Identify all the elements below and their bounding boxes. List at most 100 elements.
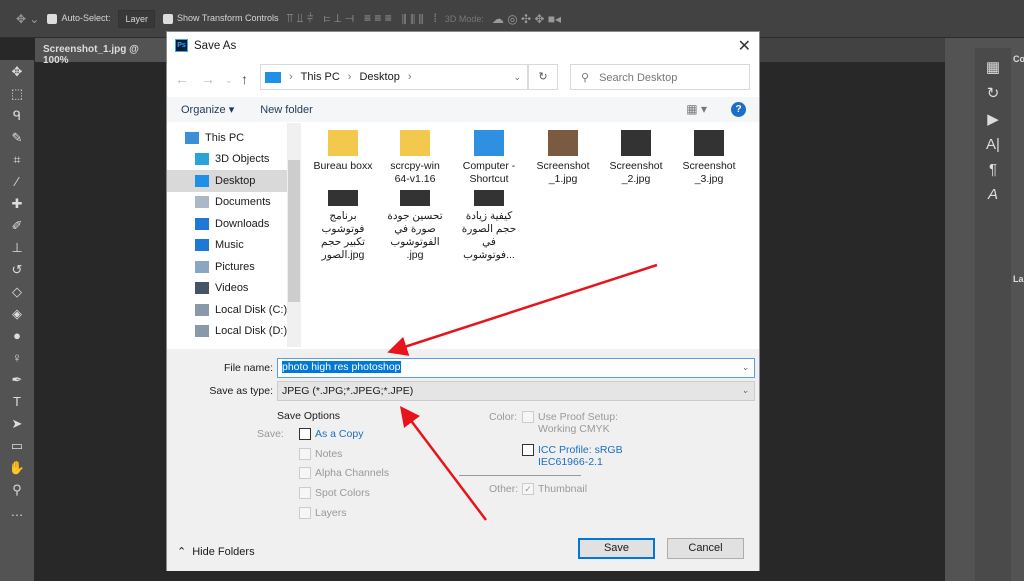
move-icon[interactable]: ✥	[12, 64, 23, 81]
nav-item[interactable]: Downloads	[167, 213, 301, 235]
brush-icon[interactable]: ✐	[12, 218, 23, 235]
history-brush-icon[interactable]: ↺	[12, 262, 23, 279]
chevron-down-icon[interactable]: ⌄	[741, 385, 749, 396]
help-button[interactable]: ?	[731, 102, 746, 117]
pen-icon[interactable]: ✒	[12, 372, 23, 389]
lasso-icon[interactable]: ᑫ	[13, 108, 21, 125]
3d-icon[interactable]: ▦	[986, 58, 1000, 76]
chevron-down-icon[interactable]: ⌄	[513, 72, 521, 83]
show-transform-checkbox[interactable]: Show Transform Controls	[163, 13, 279, 24]
healing-icon[interactable]: ✚	[12, 196, 23, 213]
up-icon[interactable]: ↑	[241, 71, 248, 87]
working-cmyk-label: Working CMYK	[538, 423, 610, 435]
use-proof-setup-checkbox[interactable]: Use Proof Setup: Working CMYK	[522, 411, 618, 435]
organize-button[interactable]: Organize ▾	[181, 103, 234, 116]
view-options-icon[interactable]: ▦ ▾	[686, 102, 707, 116]
panel-label: Co	[1013, 54, 1024, 64]
new-folder-button[interactable]: New folder	[260, 104, 313, 116]
alpha-channels-checkbox[interactable]: Alpha Channels	[299, 467, 389, 479]
glyphs-icon[interactable]: A	[988, 186, 998, 203]
address-bar[interactable]: › This PC › Desktop › ⌄	[260, 64, 528, 90]
file-item[interactable]: scrcpy-win 64-v1.16	[384, 130, 446, 186]
refresh-button[interactable]: ↻	[528, 64, 558, 90]
back-icon[interactable]: ←	[175, 71, 189, 87]
more-icon[interactable]: …	[11, 504, 24, 521]
character-icon[interactable]: A|	[986, 136, 1000, 153]
blur-icon[interactable]: ●	[13, 328, 21, 345]
thumbnail-checkbox[interactable]: ✓ Thumbnail	[522, 483, 587, 495]
stamp-icon[interactable]: ⊥	[11, 240, 22, 257]
forward-icon[interactable]: →	[201, 71, 215, 87]
save-button[interactable]: Save	[578, 538, 655, 559]
as-a-copy-checkbox[interactable]: As a Copy	[299, 428, 363, 440]
nav-item[interactable]: 3D Objects	[167, 149, 301, 171]
auto-select-target-dropdown[interactable]: Layer	[118, 9, 155, 28]
hand-icon[interactable]: ✋	[9, 460, 25, 477]
notes-checkbox[interactable]: Notes	[299, 448, 342, 460]
save-options-area: File name: photo high res photoshop ⌄ Sav…	[167, 349, 759, 571]
nav-item[interactable]: Desktop	[167, 170, 301, 192]
nav-item[interactable]: Videos	[167, 278, 301, 300]
nav-item[interactable]: Documents	[167, 192, 301, 214]
layers-checkbox[interactable]: Layers	[299, 507, 347, 519]
path-select-icon[interactable]: ➤	[12, 416, 23, 433]
file-item[interactable]: Screenshot _1.jpg	[532, 130, 594, 186]
search-input[interactable]: ⚲ Search Desktop	[570, 64, 750, 90]
zoom-icon[interactable]: ⚲	[12, 482, 22, 499]
nav-item[interactable]: Local Disk (D:) (	[167, 321, 301, 343]
image-thumbnail-icon	[621, 130, 651, 156]
eyedropper-icon[interactable]: ⁄	[16, 174, 18, 191]
save-as-type-select[interactable]: JPEG (*.JPG;*.JPEG;*.JPE) ⌄	[277, 381, 755, 401]
file-item[interactable]: برنامج فوتوشوب تكبير حجم الصور.jpg	[312, 190, 374, 262]
file-name-label: File name:	[223, 362, 273, 374]
file-item[interactable]: Screenshot _3.jpg	[678, 130, 740, 186]
file-item[interactable]: Bureau boxx	[312, 130, 374, 173]
icc-profile-label: ICC Profile: sRGB	[538, 444, 623, 456]
download-icon	[195, 217, 209, 230]
nav-item[interactable]: Music	[167, 235, 301, 257]
breadcrumb-desktop[interactable]: Desktop	[359, 71, 399, 83]
dodge-icon[interactable]: ♀	[12, 350, 22, 367]
crop-icon[interactable]: ⌗	[13, 152, 20, 169]
file-name: تحسين جودة صورة في الفوتوشوب .jpg	[387, 210, 443, 261]
file-item[interactable]: كيفية زيادة حجم الصورة في فوتوشوب...	[458, 190, 520, 262]
rectangle-icon[interactable]: ▭	[11, 438, 23, 455]
file-item[interactable]: تحسين جودة صورة في الفوتوشوب .jpg	[384, 190, 446, 262]
cancel-button[interactable]: Cancel	[667, 538, 744, 559]
nav-item[interactable]: Pictures	[167, 256, 301, 278]
history-icon[interactable]: ↻	[987, 84, 1000, 102]
close-icon[interactable]: ✕	[738, 36, 751, 56]
dialog-titlebar: Ps Save As	[167, 32, 759, 59]
icc-profile-checkbox[interactable]: ICC Profile: sRGB IEC61966-2.1	[522, 444, 623, 468]
eraser-icon[interactable]: ◇	[12, 284, 22, 301]
chevron-down-icon[interactable]: ⌄	[741, 362, 749, 373]
quick-select-icon[interactable]: ✎	[12, 130, 23, 147]
actions-icon[interactable]: ▶	[987, 110, 999, 128]
nav-item[interactable]: This PC	[167, 127, 301, 149]
paragraph-icon[interactable]: ¶	[989, 161, 997, 178]
panel-color[interactable]: Co La	[1013, 48, 1024, 581]
music-icon	[195, 239, 209, 252]
spot-colors-label: Spot Colors	[315, 487, 370, 499]
file-name-input[interactable]: photo high res photoshop ⌄	[277, 358, 755, 378]
hide-folders-button[interactable]: ⌃ Hide Folders	[177, 545, 255, 558]
type-icon[interactable]: T	[13, 394, 21, 411]
auto-select-checkbox[interactable]: Auto-Select:	[47, 13, 110, 24]
file-item[interactable]: Computer - Shortcut	[458, 130, 520, 186]
bucket-icon[interactable]: ◈	[12, 306, 22, 323]
spot-colors-checkbox[interactable]: Spot Colors	[299, 487, 370, 499]
file-item[interactable]: Screenshot _2.jpg	[605, 130, 667, 186]
document-tab[interactable]: Screenshot_1.jpg @ 100%	[35, 38, 170, 66]
marquee-icon[interactable]: ⬚	[11, 86, 23, 103]
3d-mode-icons[interactable]: ☁ ◎ ✣ ✥ ■◂	[492, 12, 561, 26]
align-icons[interactable]: ⫪ ⫫ ⫩ ⊨ ⊥ ⊣ ≡ ≡ ≡ ⫴ ⫴ ⫴ ⁞	[287, 11, 437, 26]
breadcrumb-this-pc[interactable]: This PC	[301, 71, 340, 83]
scrollbar-thumb[interactable]	[288, 160, 300, 302]
nav-item-label: Documents	[215, 196, 271, 209]
nav-item[interactable]: Local Disk (C:)	[167, 299, 301, 321]
right-panels: ▦ ↻ ▶ A| ¶ A Co La	[945, 38, 1024, 581]
recent-chevron-icon[interactable]: ⌄	[225, 75, 233, 86]
nav-scrollbar[interactable]	[287, 123, 301, 347]
move-tool-icon[interactable]: ✥ ⌄	[16, 12, 39, 26]
nav-item-label: 3D Objects	[215, 153, 270, 166]
